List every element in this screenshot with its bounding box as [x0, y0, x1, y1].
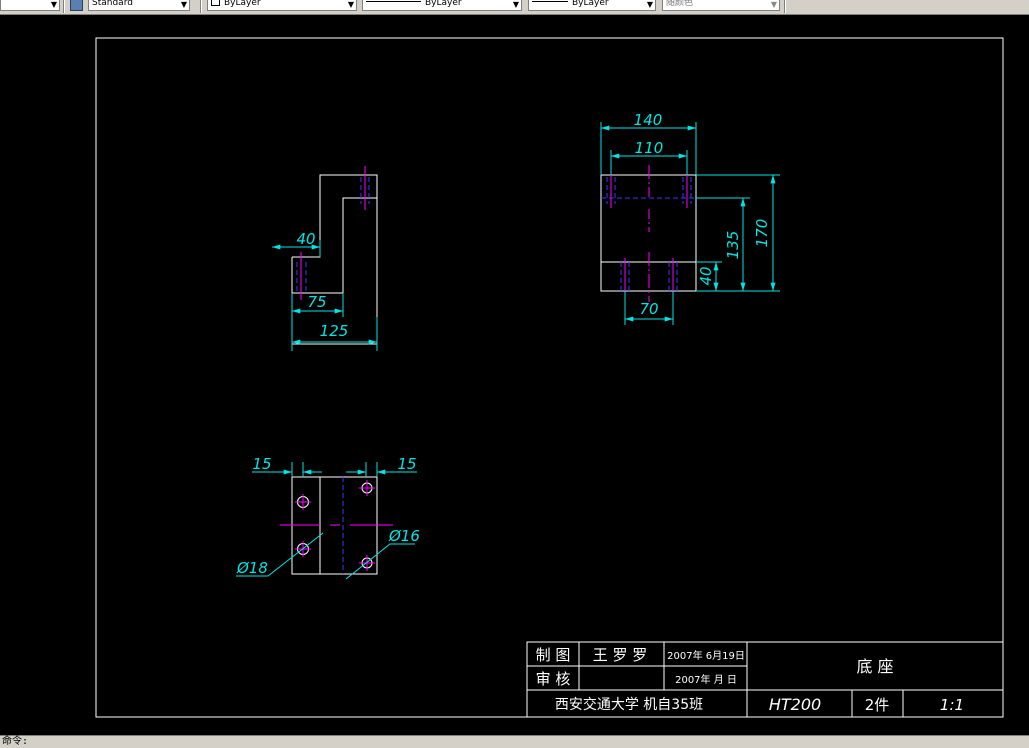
lineweight-value: ByLayer	[572, 0, 609, 8]
chevron-down-icon: ▼	[50, 0, 57, 9]
front-view-dim-text: 140 110 170 135 40 70	[634, 111, 771, 318]
school-class: 西安交通大学 机自35班	[555, 696, 703, 713]
drawn-by: 王 罗 罗	[593, 646, 648, 664]
dim-75: 75	[307, 293, 326, 311]
text-style-icon[interactable]	[70, 0, 83, 11]
front-view-center-lines	[610, 165, 688, 302]
dim-15-left: 15	[252, 455, 271, 473]
command-prompt: 命令:	[2, 736, 29, 747]
drawn-label: 制 图	[536, 646, 571, 664]
drawing-border	[95, 37, 1004, 718]
check-label: 审 核	[536, 670, 571, 688]
text-style-combo[interactable]: Standard ▼	[88, 0, 190, 11]
properties-toolbar: ▼ Standard ▼ ByLayer ▼ ByLayer ▼ ByLayer…	[0, 0, 1029, 15]
lineweight-sample-icon	[532, 0, 568, 2]
toolbar-separator	[784, 0, 786, 13]
dim-135: 135	[724, 231, 742, 260]
plot-style-value: 随颜色	[666, 0, 694, 8]
color-swatch-icon	[211, 0, 220, 6]
chevron-down-icon: ▼	[180, 0, 187, 9]
scale: 1:1	[940, 696, 964, 714]
check-date: 2007年 月 日	[675, 673, 737, 686]
top-view: 15 15 Ø18 Ø16	[236, 455, 420, 580]
title-block: 制 图 王 罗 罗 2007年 6月19日 审 核 2007年 月 日 西安交通…	[526, 641, 1004, 718]
plot-style-combo[interactable]: 随颜色 ▼	[662, 0, 780, 11]
prev-combo[interactable]: ▼	[0, 0, 60, 11]
dim-170: 170	[753, 219, 771, 248]
dim-140: 140	[634, 111, 663, 129]
dim-70: 70	[639, 300, 658, 318]
text-style-value: Standard	[92, 0, 133, 8]
toolbar-separator	[200, 0, 202, 13]
material: HT200	[769, 695, 821, 714]
toolbar-separator	[63, 0, 65, 13]
dim-phi18: Ø18	[236, 559, 268, 577]
chevron-down-icon: ▼	[770, 0, 777, 9]
dim-phi16: Ø16	[388, 527, 420, 545]
dim-40-side: 40	[697, 266, 715, 285]
quantity: 2件	[865, 696, 890, 714]
dim-125: 125	[320, 322, 349, 340]
chevron-down-icon: ▼	[347, 0, 354, 9]
chevron-down-icon: ▼	[512, 0, 519, 9]
dim-15-right: 15	[397, 455, 416, 473]
dim-40-top: 40	[296, 230, 315, 248]
linetype-value: ByLayer	[425, 0, 462, 8]
dim-110: 110	[635, 139, 664, 157]
front-view: 140 110 170 135 40 70	[600, 111, 780, 325]
top-view-dim-text: 15 15 Ø18 Ø16	[236, 455, 420, 577]
linetype-combo[interactable]: ByLayer ▼	[362, 0, 522, 11]
color-value: ByLayer	[224, 0, 261, 8]
lineweight-combo[interactable]: ByLayer ▼	[528, 0, 656, 11]
chevron-down-icon: ▼	[646, 0, 653, 9]
color-combo[interactable]: ByLayer ▼	[207, 0, 357, 11]
side-view-dim-text: 40 75 125	[296, 230, 348, 340]
part-name: 底 座	[856, 657, 893, 676]
command-line[interactable]: 命令:	[0, 735, 1029, 748]
drawing-canvas[interactable]: 140 110 170 135 40 70 40 75 125 15 15 Ø1…	[0, 14, 1029, 735]
title-block-text: 制 图 王 罗 罗 2007年 6月19日 审 核 2007年 月 日 西安交通…	[536, 646, 964, 714]
side-view-outline	[291, 174, 378, 345]
linetype-sample-icon	[366, 0, 421, 2]
side-view: 40 75 125	[272, 166, 378, 351]
top-view-center-lines	[280, 480, 393, 571]
drawn-date: 2007年 6月19日	[667, 649, 745, 662]
